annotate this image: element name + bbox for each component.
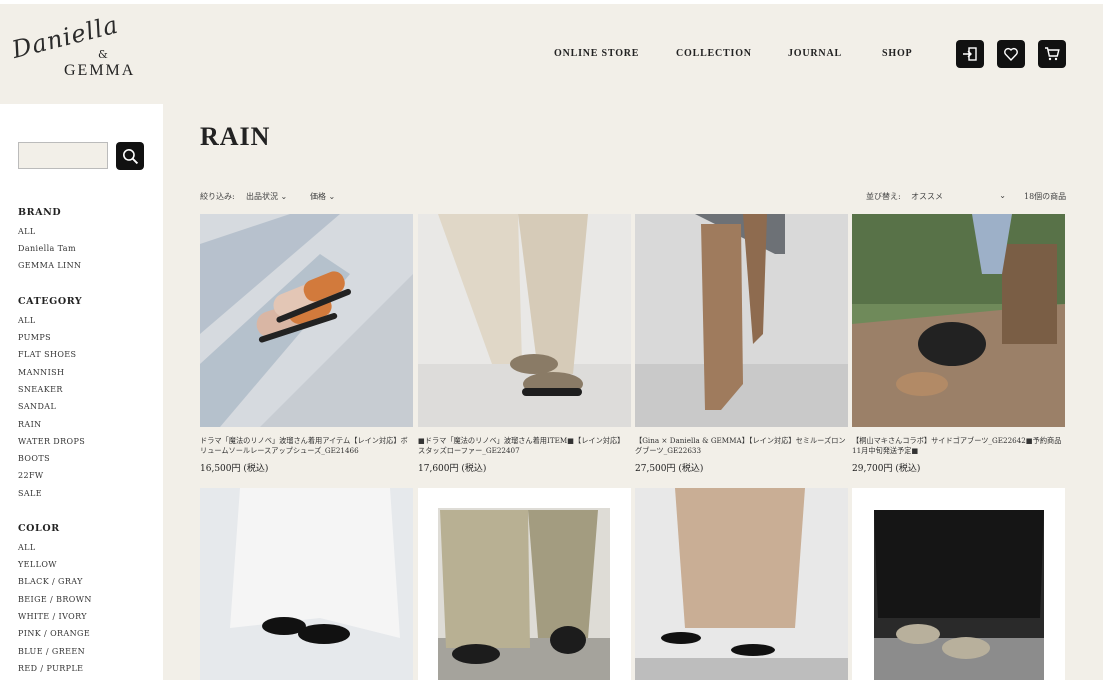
product-count: 18個の商品 [1024, 192, 1067, 201]
product-image-7[interactable] [635, 488, 848, 680]
nav-journal[interactable]: JOURNAL [788, 48, 842, 59]
nav-collection[interactable]: COLLECTION [676, 48, 752, 59]
product-image-3[interactable] [635, 214, 848, 427]
product-image-5[interactable] [200, 488, 413, 680]
site-header: Daniella & GEMMA ONLINE STORE COLLECTION… [0, 4, 1103, 104]
login-button[interactable] [956, 40, 984, 68]
filter-label: 絞り込み: [200, 192, 235, 201]
search-input[interactable] [18, 142, 108, 169]
color-item-yellow[interactable]: YELLOW [18, 560, 57, 569]
brand-logo[interactable]: Daniella & GEMMA [9, 11, 146, 86]
product-photo [635, 214, 848, 427]
category-item-all[interactable]: ALL [18, 316, 36, 325]
sidebar: BRAND ALL Daniella Tam GEMMA LINN CATEGO… [0, 104, 163, 680]
color-item-blue-green[interactable]: BLUE / GREEN [18, 647, 85, 656]
login-icon [963, 47, 977, 61]
color-item-all[interactable]: ALL [18, 543, 36, 552]
product-photo [852, 488, 1065, 680]
category-item-pumps[interactable]: PUMPS [18, 333, 51, 342]
brand-heading: BRAND [18, 207, 62, 218]
category-item-flat-shoes[interactable]: FLAT SHOES [18, 350, 76, 359]
product-price-4: 29,700円 (税込) [852, 464, 921, 474]
category-item-boots[interactable]: BOOTS [18, 454, 50, 463]
product-price-3: 27,500円 (税込) [635, 464, 704, 474]
brand-item-daniella-tam[interactable]: Daniella Tam [18, 244, 76, 253]
color-item-beige-brown[interactable]: BEIGE / BROWN [18, 595, 92, 604]
category-item-water-drops[interactable]: WATER DROPS [18, 437, 85, 446]
sort-value: オススメ [911, 192, 943, 201]
product-photo [200, 488, 413, 680]
product-image-1[interactable] [200, 214, 413, 427]
nav-online-store[interactable]: ONLINE STORE [554, 48, 639, 59]
sort-select[interactable]: オススメ ⌄ [911, 191, 1006, 202]
category-item-sandal[interactable]: SANDAL [18, 402, 56, 411]
search-icon [122, 148, 138, 164]
filter-stock-label: 出品状況 [246, 192, 278, 201]
chevron-down-icon: ⌄ [328, 192, 336, 201]
product-title-4[interactable]: 【桐山マキさんコラボ】サイドゴアブーツ_GE22642■予約商品11月中旬発送予… [852, 436, 1064, 456]
category-item-sneaker[interactable]: SNEAKER [18, 385, 63, 394]
category-heading: CATEGORY [18, 296, 83, 307]
nav-shop[interactable]: SHOP [882, 48, 912, 59]
cart-icon [1045, 47, 1060, 61]
logo-amp: & [98, 48, 108, 61]
chevron-down-icon: ⌄ [999, 191, 1006, 200]
category-item-sale[interactable]: SALE [18, 489, 42, 498]
search-button[interactable] [116, 142, 144, 170]
color-item-pink-orange[interactable]: PINK / ORANGE [18, 629, 90, 638]
product-photo [418, 214, 631, 427]
product-price-2: 17,600円 (税込) [418, 464, 487, 474]
product-title-1[interactable]: ドラマ「魔法のリノベ」波瑠さん着用アイテム【レイン対応】ボリュームソールレースア… [200, 436, 412, 456]
logo-brand: GEMMA [64, 62, 136, 79]
product-image-2[interactable] [418, 214, 631, 427]
sort-label: 並び替え: [866, 192, 901, 201]
color-heading: COLOR [18, 523, 60, 534]
page-title: RAIN [200, 122, 271, 151]
chevron-down-icon: ⌄ [280, 192, 288, 201]
brand-item-gemma-linn[interactable]: GEMMA LINN [18, 261, 81, 270]
product-photo [635, 488, 848, 680]
color-item-black-gray[interactable]: BLACK / GRAY [18, 577, 83, 586]
filter-price-dropdown[interactable]: 価格 ⌄ [310, 191, 335, 202]
category-item-rain[interactable]: RAIN [18, 420, 42, 429]
cart-button[interactable] [1038, 40, 1066, 68]
brand-item-all[interactable]: ALL [18, 227, 36, 236]
heart-icon [1004, 47, 1018, 62]
product-photo [200, 214, 413, 427]
filter-stock-dropdown[interactable]: 出品状況 ⌄ [246, 191, 287, 202]
product-photo [418, 488, 631, 680]
product-title-3[interactable]: 【Gina × Daniella & GEMMA】【レイン対応】セミルーズロング… [635, 436, 847, 456]
product-image-4[interactable] [852, 214, 1065, 427]
product-photo [852, 214, 1065, 427]
color-item-white-ivory[interactable]: WHITE / IVORY [18, 612, 87, 621]
product-title-2[interactable]: ■ドラマ「魔法のリノベ」波瑠さん着用ITEM■【レイン対応】スタッズローファー_… [418, 436, 630, 456]
wishlist-button[interactable] [997, 40, 1025, 68]
product-image-8[interactable] [852, 488, 1065, 680]
product-image-6[interactable] [418, 488, 631, 680]
category-item-mannish[interactable]: MANNISH [18, 368, 64, 377]
filter-price-label: 価格 [310, 192, 326, 201]
color-item-red-purple[interactable]: RED / PURPLE [18, 664, 83, 673]
product-price-1: 16,500円 (税込) [200, 464, 269, 474]
category-item-22fw[interactable]: 22FW [18, 471, 44, 480]
